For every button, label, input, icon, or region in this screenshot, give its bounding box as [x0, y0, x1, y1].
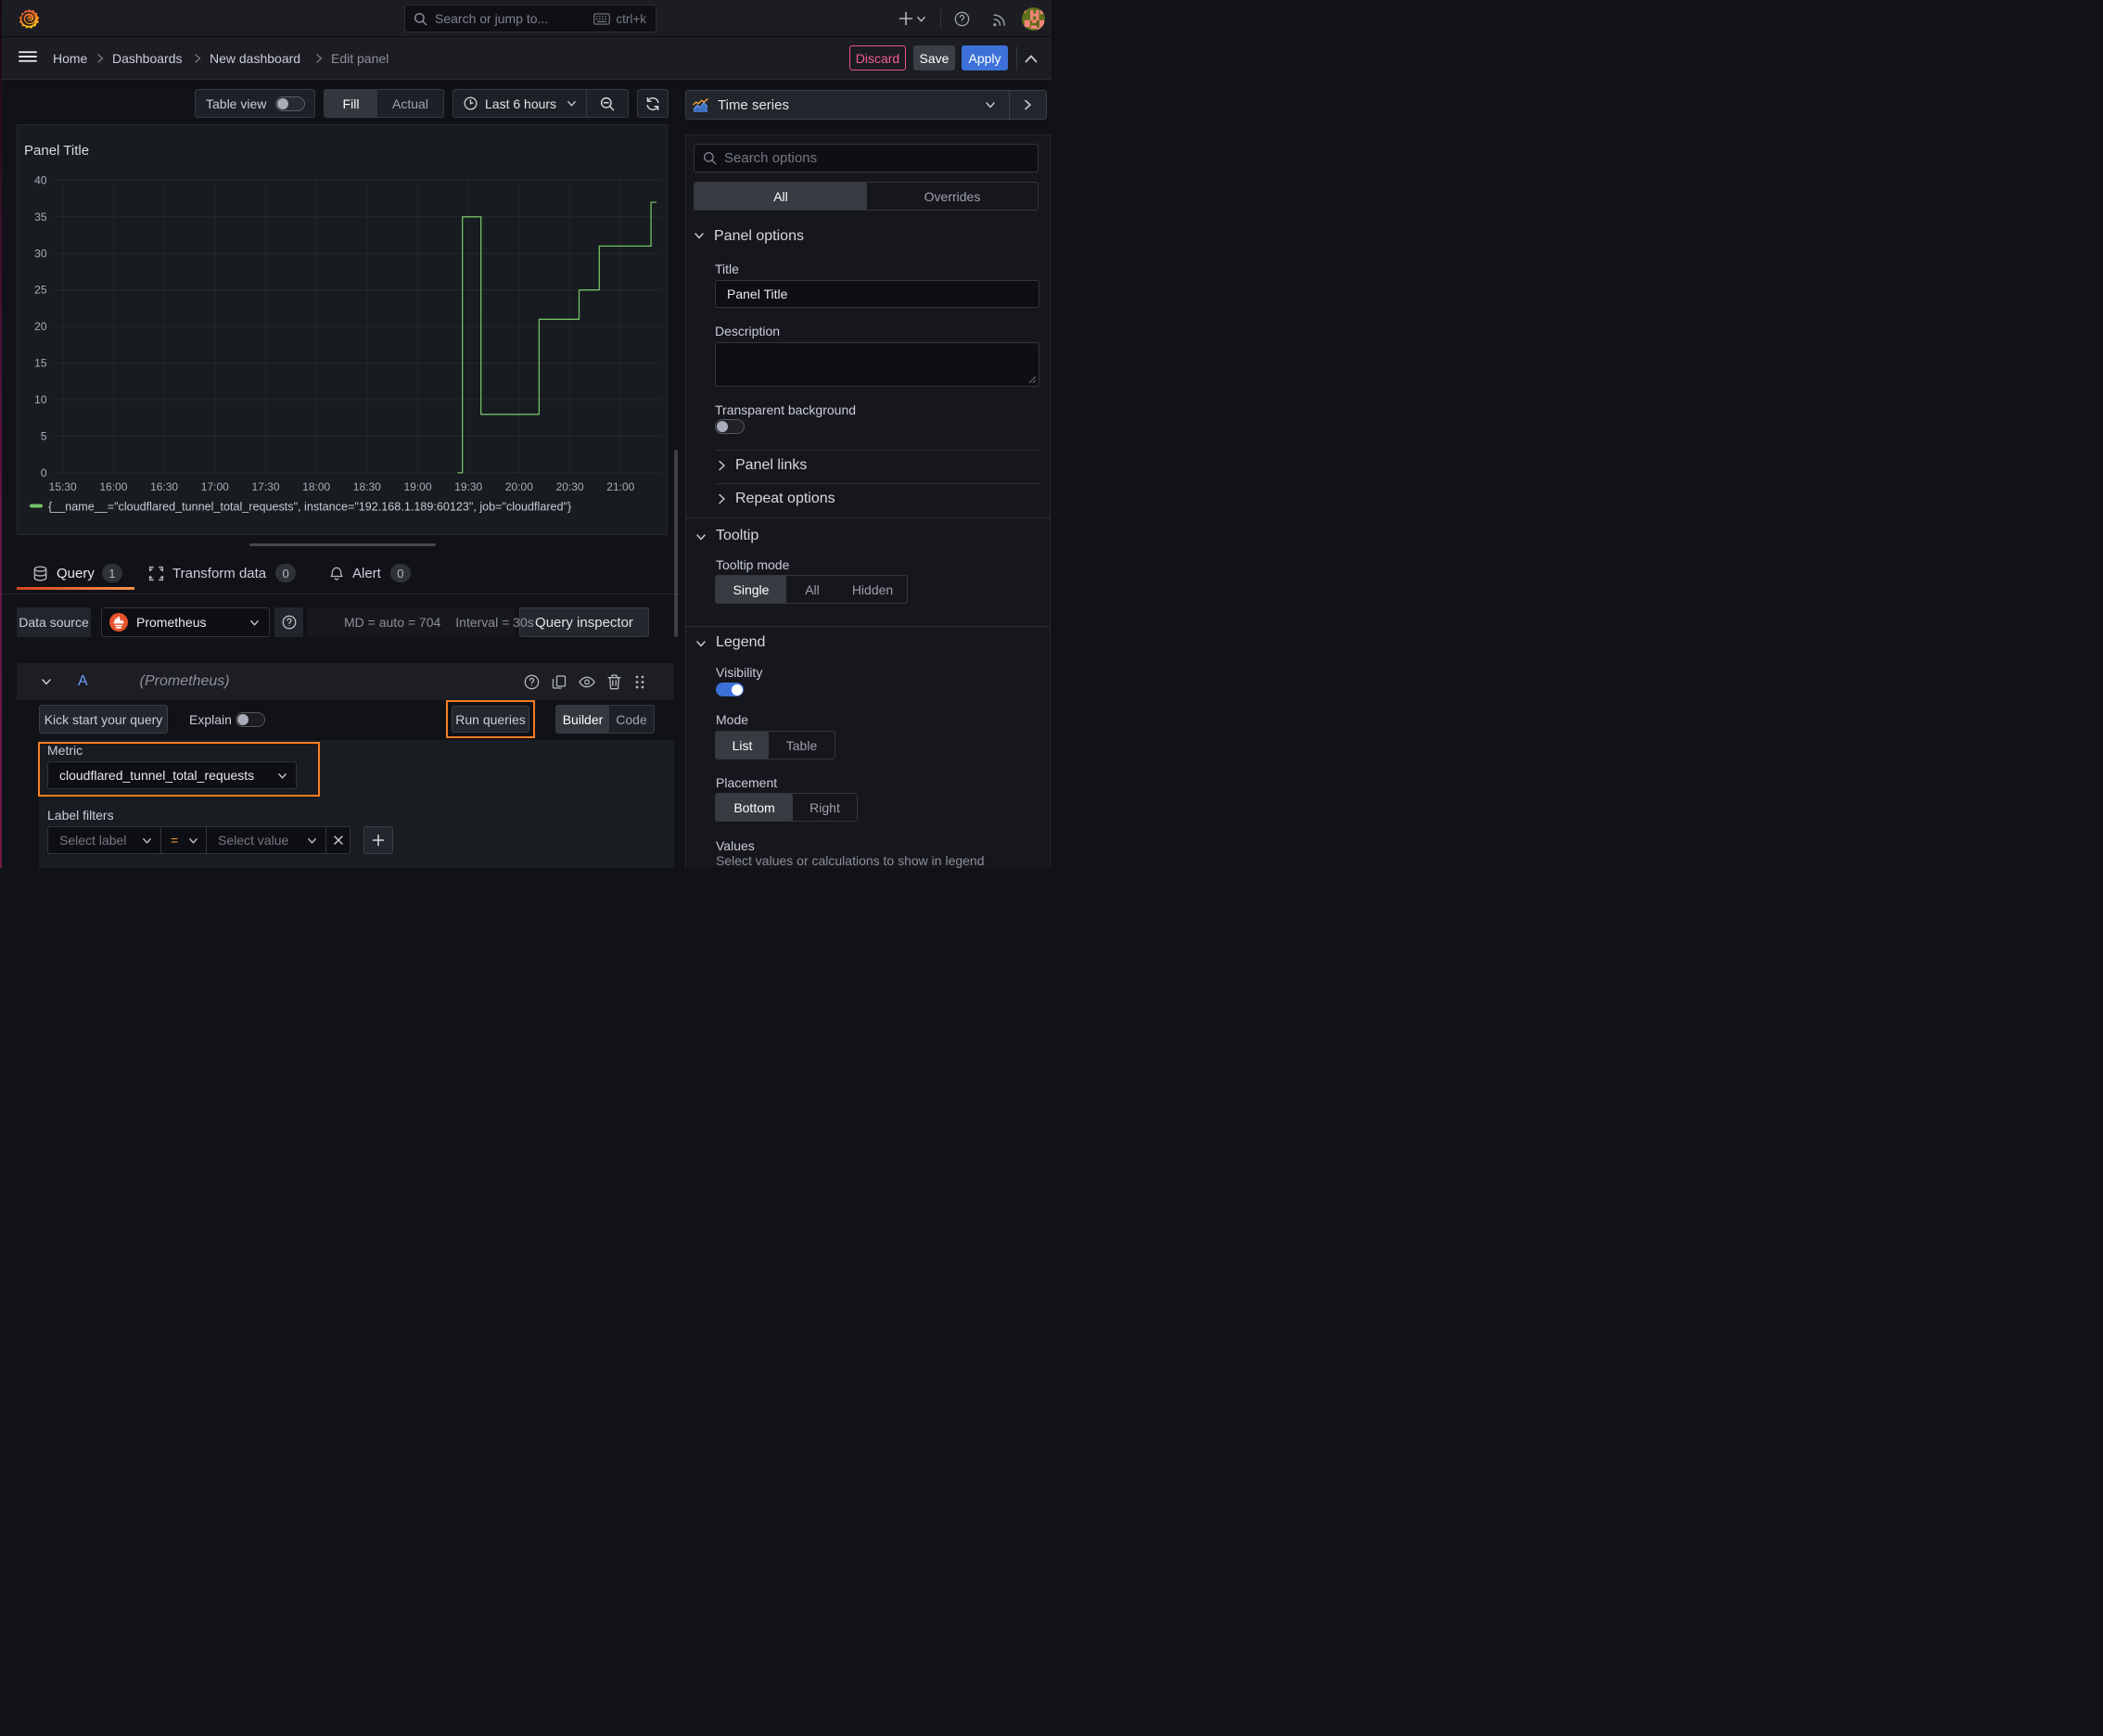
svg-text:40: 40	[34, 173, 47, 186]
svg-text:25: 25	[34, 284, 47, 297]
svg-text:35: 35	[34, 211, 47, 223]
svg-text:19:30: 19:30	[454, 480, 482, 493]
svg-text:5: 5	[41, 430, 47, 443]
svg-text:20:00: 20:00	[505, 480, 533, 493]
svg-text:10: 10	[34, 393, 47, 406]
svg-text:30: 30	[34, 247, 47, 260]
svg-text:17:30: 17:30	[251, 480, 279, 493]
svg-text:16:30: 16:30	[150, 480, 178, 493]
svg-text:20: 20	[34, 320, 47, 333]
svg-text:19:00: 19:00	[403, 480, 431, 493]
svg-text:21:00: 21:00	[606, 480, 634, 493]
svg-text:17:00: 17:00	[201, 480, 229, 493]
svg-text:18:30: 18:30	[353, 480, 381, 493]
svg-text:18:00: 18:00	[302, 480, 330, 493]
svg-text:15: 15	[34, 357, 47, 370]
svg-text:{__name__="cloudflared_tunnel_: {__name__="cloudflared_tunnel_total_requ…	[48, 501, 571, 514]
svg-text:16:00: 16:00	[99, 480, 127, 493]
svg-text:20:30: 20:30	[556, 480, 584, 493]
svg-text:15:30: 15:30	[49, 480, 77, 493]
svg-text:0: 0	[41, 466, 47, 479]
